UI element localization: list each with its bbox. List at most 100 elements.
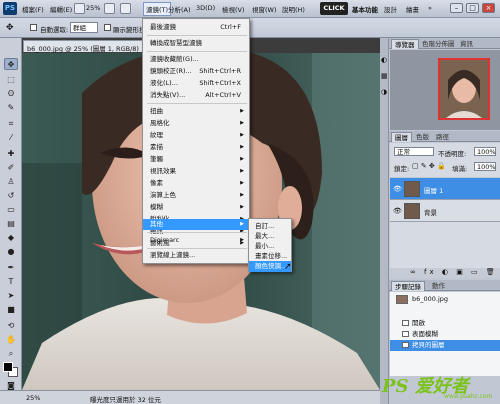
eraser-tool-icon[interactable]: ▭ [4,204,18,216]
healing-brush-tool-icon[interactable]: ✚ [4,148,18,160]
history-step-icon [402,342,409,348]
history-snapshot[interactable]: b6_000.jpg [390,294,500,305]
menu-view[interactable]: 檢視(V) [222,4,245,14]
tab-navigator[interactable]: 導覽器 [391,39,419,49]
visibility-eye-icon[interactable]: 👁 [393,207,402,215]
history-step[interactable]: 表面模糊 [390,329,500,340]
crop-tool-icon[interactable]: ⌗ [4,118,18,130]
menu-item-lens-correction[interactable]: 鏡頭校正(R)... Shift+Ctrl+R [143,66,249,77]
menu-3d[interactable]: 3D(D) [196,4,215,12]
workspace-more[interactable]: » [428,4,432,12]
menu-item-brush-strokes[interactable]: 筆觸 ▶ [143,154,249,165]
color-panel-icon[interactable]: ◐ [381,56,387,64]
menu-item-stylize[interactable]: 風格化 ▶ [143,118,249,129]
tab-histogram[interactable]: 色階分佈圖 [419,39,458,49]
foreground-color-swatch[interactable] [3,362,13,372]
blur-tool-icon[interactable]: ◆ [4,232,18,244]
show-transform-checkbox[interactable] [104,24,111,31]
move-tool-icon[interactable]: ✥ [6,23,14,33]
dodge-tool-icon[interactable]: ● [4,246,18,258]
auto-select-dropdown[interactable]: 群組 [70,22,98,33]
bridge-icon[interactable] [74,3,85,14]
menu-item-last-filter[interactable]: 最後濾鏡 Ctrl+F [143,22,249,33]
menu-item-vanishing-point[interactable]: 消失點(V)... Alt+Ctrl+V [143,90,249,101]
swatches-panel-icon[interactable]: ▦ [381,72,388,80]
menu-separator [147,35,247,36]
tab-history[interactable]: 步驟記錄 [391,281,425,291]
layers-options: 正常 不透明度: 100% 鎖定: ▢ ✎ ✥ 🔒 填滿: 100% [390,143,500,177]
navigator-preview[interactable] [390,50,500,130]
tab-info[interactable]: 資訊 [457,39,476,49]
workspace-essentials[interactable]: 基本功能 [352,4,378,14]
workspace-painting[interactable]: 繪畫 [406,4,419,14]
tab-layers[interactable]: 圖層 [391,132,412,142]
shape-tool-icon[interactable]: ■ [4,304,18,316]
menu-item-render[interactable]: 演算上色 ▶ [143,190,249,201]
menu-help[interactable]: 說明(H) [282,4,305,14]
menu-analysis[interactable]: 分析(A) [168,4,191,14]
menu-item-sketch[interactable]: 素描 ▶ [143,142,249,153]
quick-select-tool-icon[interactable]: ✎ [4,102,18,114]
workspace-design[interactable]: 設計 [384,4,397,14]
click-button[interactable]: CLICK [320,2,348,15]
history-step[interactable]: 開啟 [390,318,500,329]
menu-item-blur[interactable]: 模糊 ▶ [143,202,249,213]
gradient-tool-icon[interactable]: ▤ [4,218,18,230]
arrange-documents-icon[interactable] [120,3,131,14]
menu-item-liquify[interactable]: 液化(L)... Shift+Ctrl+X [143,78,249,89]
clone-stamp-tool-icon[interactable]: ♙ [4,176,18,188]
menu-item-browse-filters-online[interactable]: 瀏覽線上濾鏡... [143,250,249,261]
opacity-input[interactable]: 100% [474,147,496,156]
pen-tool-icon[interactable]: ✒ [4,262,18,274]
menu-item-pixelate[interactable]: 像素 ▶ [143,178,249,189]
type-tool-icon[interactable]: T [4,276,18,288]
menu-item-filter-gallery[interactable]: 濾鏡收藏館(G)... [143,54,249,65]
lasso-tool-icon[interactable]: ʘ [4,88,18,100]
layers-footer-icons[interactable]: ∞ fx ◐ ▣ ▭ 🗑 [390,268,500,278]
history-brush-tool-icon[interactable]: ↺ [4,190,18,202]
menu-separator [147,232,247,233]
marquee-tool-icon[interactable]: ⬚ [4,74,18,86]
hand-view-icon[interactable] [104,3,115,14]
tab-actions[interactable]: 動作 [429,281,448,291]
submenu-arrow-icon: ▶ [240,132,244,138]
tab-paths[interactable]: 路徑 [433,132,452,142]
menu-item-digimarc[interactable]: Digimarc ▶ [143,235,249,246]
menu-item-distort[interactable]: 扭曲 ▶ [143,106,249,117]
menu-filter[interactable]: 濾鏡(T) [143,2,172,16]
menu-window[interactable]: 視窗(W) [252,4,277,14]
maximize-button[interactable]: □ [466,3,479,13]
options-bar: ✥ 自動選取: 群組 顯示變形控制項 [0,18,500,38]
menu-item-convert-smart-filters[interactable]: 轉換成智慧型濾鏡 [143,38,249,49]
lock-icons[interactable]: ▢ ✎ ✥ 🔒 [412,162,446,170]
layer-row[interactable]: 👁 圖層 1 [390,178,500,200]
auto-select-checkbox[interactable] [30,24,37,31]
adjustments-panel-icon[interactable]: ◑ [381,88,387,96]
menu-item-video[interactable]: 視訊效果 ▶ [143,166,249,177]
path-select-tool-icon[interactable]: ➤ [4,290,18,302]
menu-file[interactable]: 檔案(F) [22,4,44,14]
layer-row[interactable]: 👁 背景 [390,200,500,222]
fill-input[interactable]: 100% [474,162,496,171]
tab-channels[interactable]: 色版 [413,132,432,142]
eyedropper-tool-icon[interactable]: ⁄ [4,132,18,144]
navigator-thumbnail[interactable] [438,58,490,120]
history-list: b6_000.jpg 開啟 表面模糊 拷貝的圖層 [390,292,500,376]
close-window-button[interactable]: × [482,3,495,13]
hand-tool-icon[interactable]: ✋ [4,334,18,346]
visibility-eye-icon[interactable]: 👁 [393,185,402,193]
minimize-button[interactable]: – [450,3,463,13]
blend-mode-select[interactable]: 正常 [394,147,434,156]
menu-edit[interactable]: 編輯(E) [50,4,72,14]
zoom-tool-icon[interactable]: ⌕ [4,348,18,360]
brush-tool-icon[interactable]: ✐ [4,162,18,174]
3d-rotate-tool-icon[interactable]: ⟲ [4,320,18,332]
history-step-selected[interactable]: 拷貝的圖層 [390,340,500,351]
snapshot-thumbnail [396,295,408,304]
zoom-dropdown[interactable]: 25% [86,4,100,12]
move-tool-icon[interactable]: ✥ [4,58,18,70]
status-zoom[interactable]: 25% [26,394,40,402]
menu-item-texture[interactable]: 紋理 ▶ [143,130,249,141]
menu-item-other[interactable]: 其他 ▶ [143,219,249,230]
photoshop-logo: PS [3,2,17,15]
